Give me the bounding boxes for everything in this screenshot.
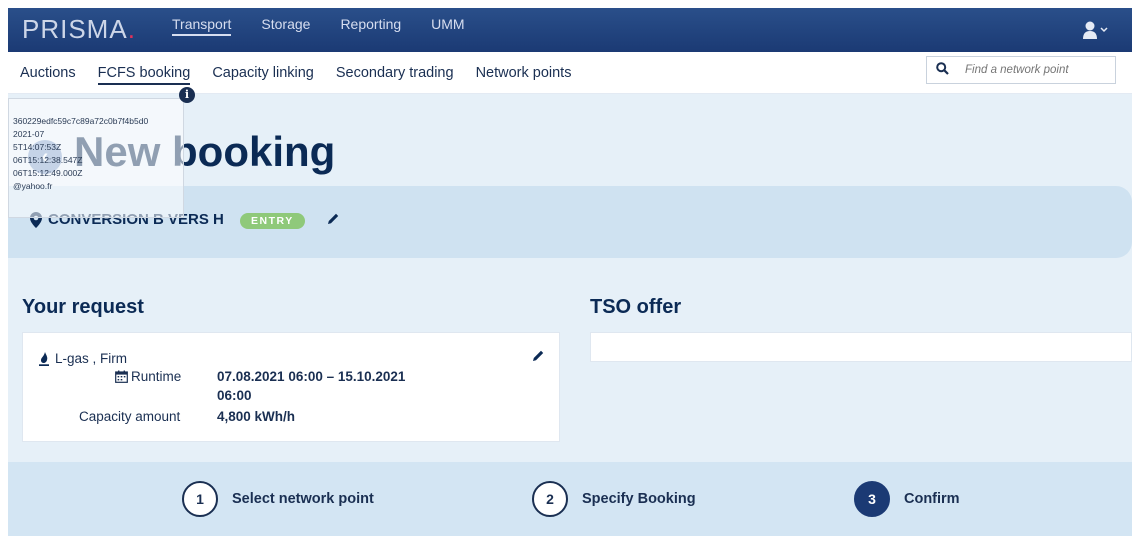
gas-type: L-gas , Firm bbox=[55, 351, 128, 366]
debug-line: 360229edfc59c7c89a72c0b7f4b5d0 bbox=[13, 116, 149, 126]
tso-offer-heading: TSO offer bbox=[590, 296, 682, 318]
debug-line: 06T15:12:38.547Z bbox=[13, 155, 83, 165]
subnav-capacity-linking[interactable]: Capacity linking bbox=[212, 65, 314, 85]
subnav-auctions[interactable]: Auctions bbox=[20, 65, 76, 85]
debug-line: @yahoo.fr bbox=[13, 181, 53, 191]
main-nav: Transport Storage Reporting UMM bbox=[172, 16, 495, 36]
runtime-value-end: 06:00 bbox=[217, 388, 252, 403]
your-request-heading: Your request bbox=[22, 296, 144, 318]
subnav-network-points[interactable]: Network points bbox=[476, 65, 572, 85]
runtime-label: Runtime bbox=[131, 369, 182, 384]
capacity-value: 4,800 kWh/h bbox=[217, 409, 296, 424]
info-icon[interactable]: i bbox=[179, 87, 195, 103]
step-label: Specify Booking bbox=[582, 491, 696, 507]
step-label: Confirm bbox=[904, 491, 960, 507]
network-point-search[interactable] bbox=[926, 56, 1116, 84]
user-menu-icon[interactable] bbox=[1082, 20, 1112, 40]
capacity-label: Capacity amount bbox=[79, 409, 181, 424]
flame-icon bbox=[39, 352, 49, 366]
debug-info-overlay: i 360229edfc59c7c89a72c0b7f4b5d0 2021-07… bbox=[8, 87, 195, 218]
tso-offer-box bbox=[590, 332, 1132, 362]
debug-line: 2021-07 bbox=[13, 129, 45, 139]
top-navigation-bar: PRISMA. Transport Storage Reporting UMM bbox=[8, 8, 1132, 52]
subnav-secondary-trading[interactable]: Secondary trading bbox=[336, 65, 454, 85]
step-number: 2 bbox=[532, 481, 568, 517]
nav-storage[interactable]: Storage bbox=[261, 16, 310, 36]
entry-badge: ENTRY bbox=[240, 213, 305, 229]
request-card: L-gas , Firm Runtime 07.08.2021 06:00 – … bbox=[22, 332, 560, 442]
step-number: 1 bbox=[182, 481, 218, 517]
brand-logo[interactable]: PRISMA. bbox=[22, 14, 136, 45]
nav-reporting[interactable]: Reporting bbox=[340, 16, 401, 36]
nav-transport[interactable]: Transport bbox=[172, 16, 232, 36]
step-label: Select network point bbox=[232, 491, 374, 507]
debug-line: 06T15:12:49.000Z bbox=[13, 168, 83, 178]
step-3[interactable]: 3 Confirm bbox=[854, 481, 960, 517]
sub-navigation: Auctions FCFS booking Capacity linking S… bbox=[8, 52, 1132, 94]
booking-steps: 1 Select network point 2 Specify Booking… bbox=[8, 462, 1132, 536]
step-1[interactable]: 1 Select network point bbox=[182, 481, 374, 517]
step-2[interactable]: 2 Specify Booking bbox=[532, 481, 696, 517]
nav-umm[interactable]: UMM bbox=[431, 16, 464, 36]
search-icon[interactable] bbox=[927, 62, 957, 78]
runtime-value: 07.08.2021 06:00 – 15.10.2021 bbox=[217, 369, 406, 384]
debug-line: 5T14:07:53Z bbox=[13, 142, 62, 152]
calendar-icon bbox=[115, 370, 128, 383]
edit-request-icon[interactable] bbox=[531, 349, 545, 363]
step-number: 3 bbox=[854, 481, 890, 517]
search-input[interactable] bbox=[965, 64, 1115, 76]
edit-pencil-icon[interactable] bbox=[326, 212, 340, 226]
subnav-fcfs-booking[interactable]: FCFS booking bbox=[97, 65, 191, 85]
